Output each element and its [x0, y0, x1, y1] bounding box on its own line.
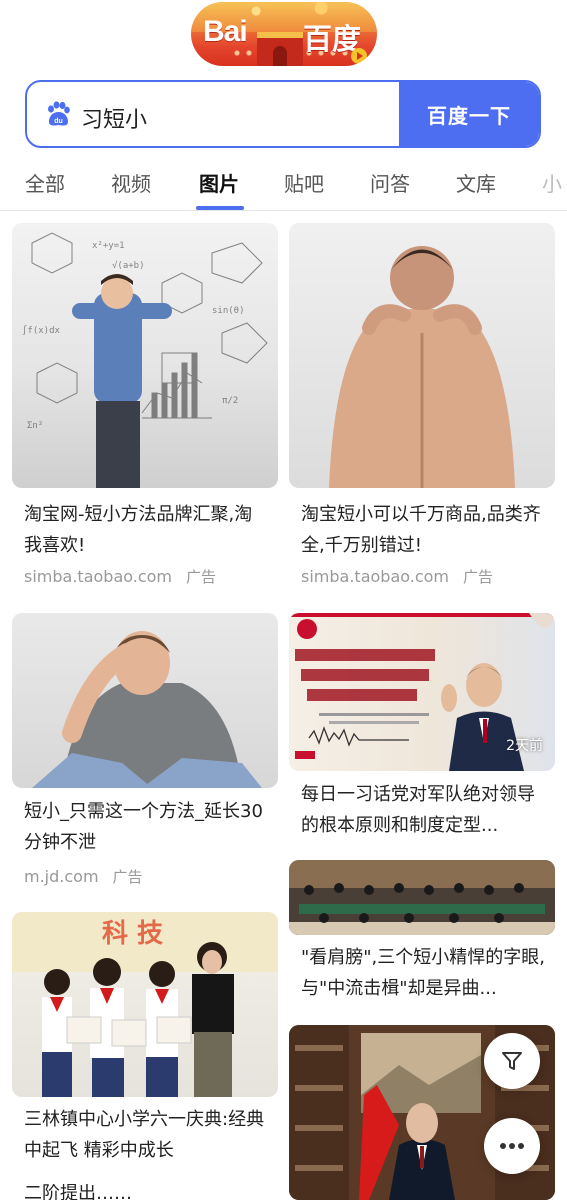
result-title[interactable]: 淘宝短小可以千万商品,品类齐全,千万别错过!: [301, 499, 545, 561]
back-pain-illustration: [329, 246, 515, 488]
result-title[interactable]: 每日一习话党对军队绝对领导的根本原则和制度定型...: [301, 779, 545, 841]
svg-text:√(a+b): √(a+b): [112, 260, 145, 271]
baidu-logo[interactable]: Bai 百度: [191, 2, 377, 66]
stressed-man-illustration: [32, 631, 262, 788]
tab-tieba[interactable]: 贴吧: [284, 168, 324, 197]
result-image[interactable]: [289, 860, 555, 935]
tab-wenku[interactable]: 文库: [456, 168, 496, 197]
result-image[interactable]: [12, 613, 278, 788]
meeting-illustration: [289, 860, 555, 935]
tab-more[interactable]: 小: [542, 168, 562, 197]
result-image[interactable]: 2天前: [289, 613, 555, 771]
tab-bar: 全部 视频 图片 贴吧 问答 文库 小: [0, 158, 567, 211]
svg-text:x²+y=1: x²+y=1: [92, 241, 125, 251]
more-icon: [500, 1143, 524, 1149]
result-source: m.jd.com: [24, 867, 99, 886]
filter-icon: [502, 1052, 522, 1070]
result-meta: simba.taobao.com 广告: [24, 566, 216, 587]
result-title[interactable]: 二阶提出……: [24, 1184, 268, 1200]
result-card[interactable]: 科 技 三林镇中心小学六一庆典:经典中起飞 精彩中成长: [12, 912, 278, 1184]
ad-label: 广告: [186, 568, 217, 586]
tab-video[interactable]: 视频: [111, 168, 151, 197]
school-ceremony-illustration: 科 技: [12, 912, 278, 1097]
result-source: simba.taobao.com: [24, 567, 173, 586]
result-card[interactable]: x²+y=1 √(a+b) sin(θ) ∫f(x)dx π/2 Σn² 淘宝网-短小…: [12, 223, 278, 603]
play-icon: [351, 48, 367, 64]
search-input[interactable]: 习短小: [81, 102, 147, 134]
more-button[interactable]: [484, 1118, 540, 1174]
time-badge: 2天前: [506, 738, 543, 754]
svg-text:∫f(x)dx: ∫f(x)dx: [22, 325, 61, 336]
result-title[interactable]: "看肩膀",三个短小精悍的字眼,与"中流击楫"却是异曲...: [301, 942, 545, 1004]
tab-all[interactable]: 全部: [25, 168, 65, 197]
result-title[interactable]: 短小_只需这一个方法_延长30分钟不泄: [24, 796, 268, 858]
result-source: simba.taobao.com: [301, 567, 450, 586]
active-tab-indicator: [196, 206, 244, 210]
search-bar[interactable]: du 习短小 百度一下: [25, 80, 541, 148]
svg-text:Σn²: Σn²: [27, 421, 43, 431]
math-doodles-illustration: x²+y=1 √(a+b) sin(θ) ∫f(x)dx π/2 Σn²: [22, 232, 268, 488]
svg-text:sin(θ): sin(θ): [212, 306, 245, 316]
svg-text:π/2: π/2: [222, 396, 238, 406]
result-image[interactable]: 科 技: [12, 912, 278, 1097]
result-meta: simba.taobao.com 广告: [301, 566, 493, 587]
result-title[interactable]: 淘宝网-短小方法品牌汇聚,淘我喜欢!: [24, 499, 268, 561]
result-card[interactable]: 淘宝短小可以千万商品,品类齐全,千万别错过! simba.taobao.com 广…: [289, 223, 555, 603]
tab-images[interactable]: 图片: [199, 168, 239, 197]
result-image[interactable]: x²+y=1 √(a+b) sin(θ) ∫f(x)dx π/2 Σn²: [12, 223, 278, 488]
logo-text-latin: Bai: [203, 15, 248, 48]
ad-label: 广告: [112, 868, 143, 886]
baidu-paw-icon: du: [48, 101, 70, 126]
logo-gate-illustration: [257, 32, 303, 66]
result-card[interactable]: 短小_只需这一个方法_延长30分钟不泄 m.jd.com 广告: [12, 613, 278, 898]
result-image[interactable]: [289, 223, 555, 488]
svg-text:科 技: 科 技: [102, 919, 163, 949]
result-title[interactable]: 三林镇中心小学六一庆典:经典中起飞 精彩中成长: [24, 1104, 268, 1166]
result-card[interactable]: 二阶提出……: [12, 1184, 278, 1200]
result-card[interactable]: "看肩膀",三个短小精悍的字眼,与"中流击楫"却是异曲...: [289, 860, 555, 1015]
result-meta: m.jd.com 广告: [24, 866, 143, 887]
search-button[interactable]: 百度一下: [399, 82, 539, 146]
filter-button[interactable]: [484, 1033, 540, 1089]
result-card[interactable]: 2天前 每日一习话党对军队绝对领导的根本原则和制度定型...: [289, 613, 555, 848]
svg-text:du: du: [54, 118, 63, 125]
ad-label: 广告: [463, 568, 494, 586]
tab-qa[interactable]: 问答: [370, 168, 410, 197]
